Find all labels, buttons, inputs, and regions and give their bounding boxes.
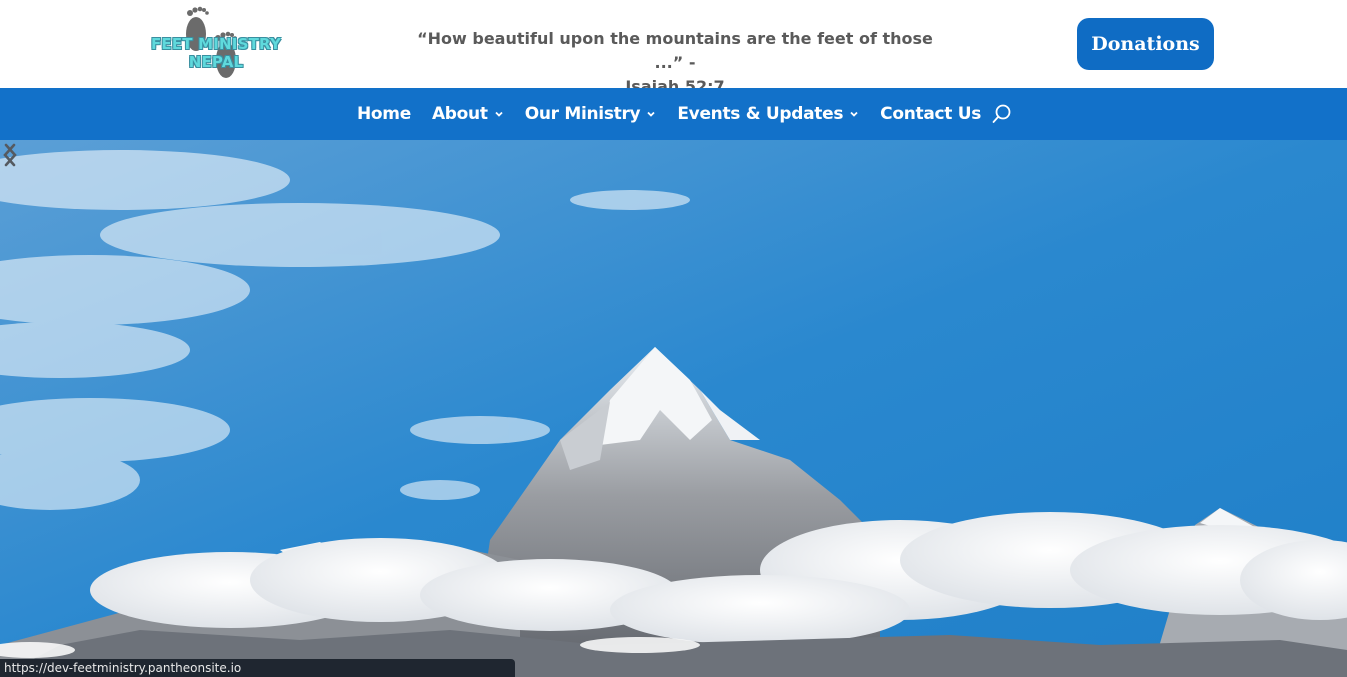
site-logo[interactable]: FEET MINISTRY NEPAL (138, 4, 294, 86)
browser-status-url: https://dev-feetministry.pantheonsite.io (0, 659, 515, 677)
donations-button[interactable]: Donations (1077, 18, 1214, 70)
site-header: FEET MINISTRY NEPAL “How beautiful upon … (0, 0, 1347, 96)
chevron-down-icon (850, 111, 858, 117)
nav-label: Our Ministry (524, 104, 641, 124)
quote-text: “How beautiful upon the mountains are th… (417, 29, 933, 72)
chevron-down-icon (495, 111, 503, 117)
nav-label: Contact Us (880, 104, 982, 124)
nav-label: About (431, 104, 488, 124)
logo-text-line2: NEPAL (188, 53, 244, 71)
hero-slider (0, 140, 1347, 677)
nav-item-contact-us[interactable]: Contact Us (880, 104, 981, 124)
nav-label: Home (357, 104, 411, 124)
nav-item-events-updates[interactable]: Events & Updates (677, 104, 859, 124)
chevron-right-icon[interactable] (0, 140, 20, 170)
hero-image-mountain (0, 140, 1347, 677)
chevron-down-icon (647, 111, 655, 117)
logo-text-line1: FEET MINISTRY (150, 35, 282, 53)
nav-item-our-ministry[interactable]: Our Ministry (525, 104, 657, 124)
nav-item-about[interactable]: About (432, 104, 504, 124)
nav-item-home[interactable]: Home (357, 104, 411, 124)
nav-label: Events & Updates (677, 104, 844, 124)
search-icon[interactable] (991, 103, 1013, 125)
main-navigation: Home About Our Ministry Events & Updates… (0, 88, 1347, 140)
